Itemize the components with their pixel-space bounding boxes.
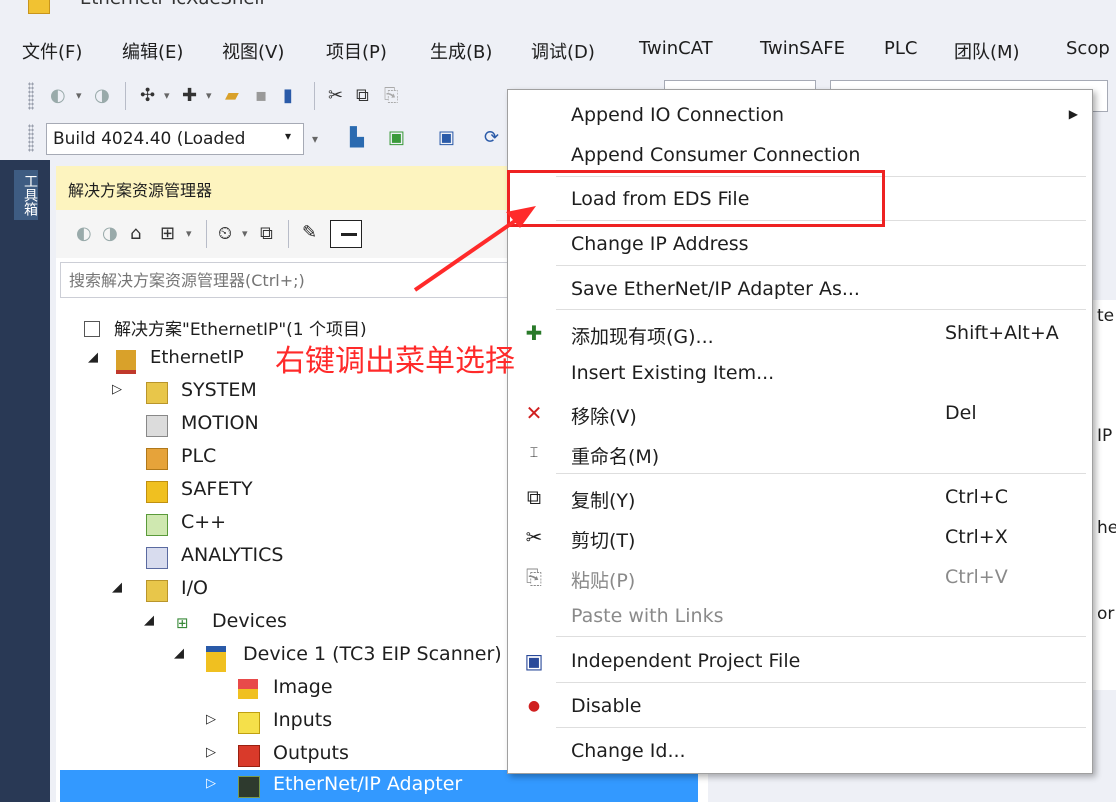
annotation-arrow — [413, 206, 536, 292]
annotation-text: 右键调出菜单选择 — [275, 344, 515, 379]
